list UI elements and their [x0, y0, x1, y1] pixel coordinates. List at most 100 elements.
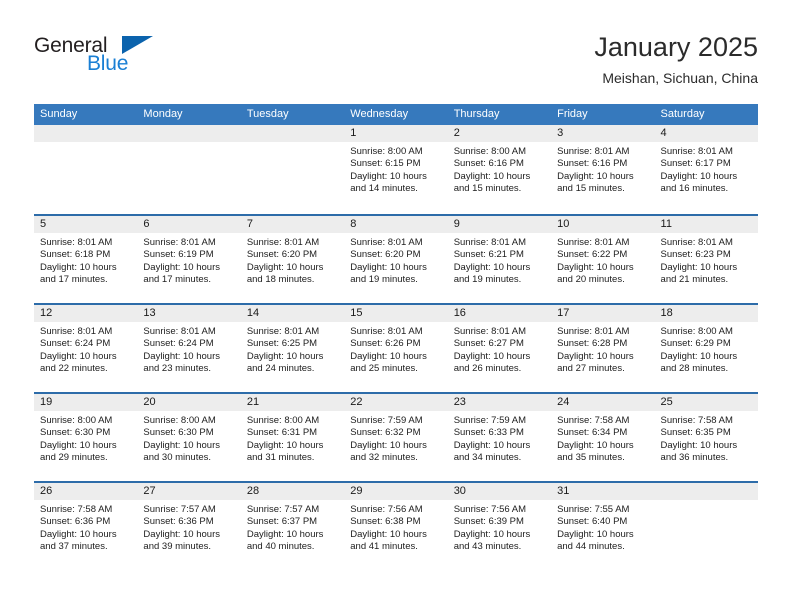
day-details: Sunrise: 7:58 AM Sunset: 6:34 PM Dayligh…: [551, 411, 654, 464]
sunset-text: Sunset: 6:24 PM: [40, 338, 111, 350]
day-number: 4: [654, 125, 758, 142]
calendar-day-cell[interactable]: 13 Sunrise: 8:01 AM Sunset: 6:24 PM Dayl…: [137, 305, 241, 392]
calendar-day-cell[interactable]: 24 Sunrise: 7:58 AM Sunset: 6:34 PM Dayl…: [551, 394, 655, 481]
weekday-header-tuesday: Tuesday: [246, 108, 289, 120]
sunset-text: Sunset: 6:39 PM: [453, 516, 524, 528]
calendar-day-cell[interactable]: 3 Sunrise: 8:01 AM Sunset: 6:16 PM Dayli…: [551, 125, 655, 214]
daylight-text-line2: and 40 minutes.: [246, 540, 315, 552]
sunset-text: Sunset: 6:19 PM: [143, 249, 214, 261]
weekday-header-friday: Friday: [557, 108, 588, 120]
daylight-text-line1: Daylight: 10 hours: [557, 528, 634, 540]
calendar-day-cell[interactable]: 12 Sunrise: 8:01 AM Sunset: 6:24 PM Dayl…: [34, 305, 138, 392]
calendar-day-cell: [654, 483, 758, 570]
brand-logo[interactable]: General Blue: [34, 34, 234, 82]
sunrise-text: Sunrise: 8:01 AM: [246, 237, 320, 248]
sunrise-text: Sunrise: 7:57 AM: [246, 504, 320, 515]
calendar-day-cell[interactable]: 10 Sunrise: 8:01 AM Sunset: 6:22 PM Dayl…: [551, 216, 655, 303]
sunset-text: Sunset: 6:31 PM: [246, 427, 318, 439]
calendar-day-cell[interactable]: 7 Sunrise: 8:01 AM Sunset: 6:20 PM Dayli…: [240, 216, 345, 303]
day-number: 7: [240, 216, 345, 233]
sunset-text: Sunset: 6:37 PM: [246, 516, 318, 528]
weekday-header-saturday: Saturday: [660, 108, 705, 120]
daylight-text-line2: and 16 minutes.: [660, 182, 729, 194]
daylight-text-line1: Daylight: 10 hours: [453, 170, 531, 182]
calendar-day-cell[interactable]: 26 Sunrise: 7:58 AM Sunset: 6:36 PM Dayl…: [34, 483, 138, 570]
day-details: Sunrise: 7:55 AM Sunset: 6:40 PM Dayligh…: [551, 500, 654, 553]
daylight-text-line2: and 19 minutes.: [453, 273, 522, 285]
daylight-text-line2: and 14 minutes.: [350, 182, 418, 194]
sunrise-text: Sunrise: 8:01 AM: [453, 326, 527, 337]
daylight-text-line1: Daylight: 10 hours: [453, 439, 531, 451]
calendar-day-cell[interactable]: 16 Sunrise: 8:01 AM Sunset: 6:27 PM Dayl…: [447, 305, 552, 392]
calendar-day-cell[interactable]: 15 Sunrise: 8:01 AM Sunset: 6:26 PM Dayl…: [344, 305, 448, 392]
calendar-week-row: 19 Sunrise: 8:00 AM Sunset: 6:30 PM Dayl…: [34, 392, 758, 481]
day-details: Sunrise: 8:01 AM Sunset: 6:19 PM Dayligh…: [137, 233, 240, 286]
calendar-day-cell[interactable]: 17 Sunrise: 8:01 AM Sunset: 6:28 PM Dayl…: [551, 305, 655, 392]
calendar-day-cell[interactable]: 4 Sunrise: 8:01 AM Sunset: 6:17 PM Dayli…: [654, 125, 758, 214]
sunrise-text: Sunrise: 8:01 AM: [143, 237, 216, 248]
daylight-text-line1: Daylight: 10 hours: [557, 439, 634, 451]
calendar-day-cell[interactable]: 30 Sunrise: 7:56 AM Sunset: 6:39 PM Dayl…: [447, 483, 552, 570]
calendar-day-cell[interactable]: 20 Sunrise: 8:00 AM Sunset: 6:30 PM Dayl…: [137, 394, 241, 481]
calendar-day-cell[interactable]: 6 Sunrise: 8:01 AM Sunset: 6:19 PM Dayli…: [137, 216, 241, 303]
daylight-text-line2: and 24 minutes.: [246, 362, 315, 374]
calendar-day-cell[interactable]: 9 Sunrise: 8:01 AM Sunset: 6:21 PM Dayli…: [447, 216, 552, 303]
daylight-text-line2: and 34 minutes.: [453, 451, 522, 463]
calendar-day-cell[interactable]: 21 Sunrise: 8:00 AM Sunset: 6:31 PM Dayl…: [240, 394, 345, 481]
daylight-text-line2: and 17 minutes.: [40, 273, 108, 285]
day-number: 28: [240, 483, 345, 500]
calendar-day-cell[interactable]: 25 Sunrise: 7:58 AM Sunset: 6:35 PM Dayl…: [654, 394, 758, 481]
calendar-day-cell[interactable]: 11 Sunrise: 8:01 AM Sunset: 6:23 PM Dayl…: [654, 216, 758, 303]
calendar-day-cell[interactable]: 18 Sunrise: 8:00 AM Sunset: 6:29 PM Dayl…: [654, 305, 758, 392]
calendar-day-cell[interactable]: 22 Sunrise: 7:59 AM Sunset: 6:32 PM Dayl…: [344, 394, 448, 481]
sunrise-text: Sunrise: 8:01 AM: [557, 237, 630, 248]
daylight-text-line1: Daylight: 10 hours: [40, 439, 117, 451]
sunrise-text: Sunrise: 7:55 AM: [557, 504, 630, 515]
calendar-day-cell[interactable]: 1 Sunrise: 8:00 AM Sunset: 6:15 PM Dayli…: [344, 125, 448, 214]
sunset-text: Sunset: 6:38 PM: [350, 516, 421, 528]
calendar-day-cell[interactable]: 2 Sunrise: 8:00 AM Sunset: 6:16 PM Dayli…: [447, 125, 552, 214]
day-details: [137, 142, 240, 146]
calendar-day-cell[interactable]: 19 Sunrise: 8:00 AM Sunset: 6:30 PM Dayl…: [34, 394, 138, 481]
weekday-header-sunday: Sunday: [40, 108, 78, 120]
day-number: 3: [551, 125, 655, 142]
calendar-day-cell[interactable]: 14 Sunrise: 8:01 AM Sunset: 6:25 PM Dayl…: [240, 305, 345, 392]
day-number: 16: [447, 305, 552, 322]
day-number: [240, 125, 345, 142]
day-number: [137, 125, 241, 142]
daylight-text-line1: Daylight: 10 hours: [246, 528, 324, 540]
day-details: Sunrise: 8:00 AM Sunset: 6:16 PM Dayligh…: [448, 142, 551, 195]
day-details: Sunrise: 8:00 AM Sunset: 6:15 PM Dayligh…: [344, 142, 447, 195]
calendar-day-cell[interactable]: 28 Sunrise: 7:57 AM Sunset: 6:37 PM Dayl…: [240, 483, 345, 570]
sunset-text: Sunset: 6:16 PM: [453, 158, 524, 170]
page-subtitle-location: Meishan, Sichuan, China: [602, 70, 758, 86]
calendar-day-cell[interactable]: 27 Sunrise: 7:57 AM Sunset: 6:36 PM Dayl…: [137, 483, 241, 570]
sunrise-text: Sunrise: 8:01 AM: [350, 237, 423, 248]
daylight-text-line2: and 43 minutes.: [453, 540, 522, 552]
calendar-day-cell: [137, 125, 241, 214]
calendar-day-cell[interactable]: 31 Sunrise: 7:55 AM Sunset: 6:40 PM Dayl…: [551, 483, 655, 570]
daylight-text-line1: Daylight: 10 hours: [40, 261, 117, 273]
daylight-text-line2: and 21 minutes.: [660, 273, 729, 285]
sunrise-text: Sunrise: 8:01 AM: [660, 146, 733, 157]
calendar-day-cell[interactable]: 8 Sunrise: 8:01 AM Sunset: 6:20 PM Dayli…: [344, 216, 448, 303]
sunset-text: Sunset: 6:15 PM: [350, 158, 421, 170]
sunrise-text: Sunrise: 8:01 AM: [557, 146, 630, 157]
sunset-text: Sunset: 6:24 PM: [143, 338, 214, 350]
day-number: 24: [551, 394, 655, 411]
daylight-text-line1: Daylight: 10 hours: [143, 528, 220, 540]
day-details: [34, 142, 137, 146]
calendar-day-cell: [240, 125, 345, 214]
day-number: 13: [137, 305, 241, 322]
brand-name-blue: Blue: [87, 52, 129, 75]
calendar-day-cell[interactable]: 29 Sunrise: 7:56 AM Sunset: 6:38 PM Dayl…: [344, 483, 448, 570]
sunset-text: Sunset: 6:33 PM: [453, 427, 524, 439]
daylight-text-line2: and 20 minutes.: [557, 273, 625, 285]
calendar-week-row: 1 Sunrise: 8:00 AM Sunset: 6:15 PM Dayli…: [34, 125, 758, 214]
day-details: Sunrise: 7:56 AM Sunset: 6:39 PM Dayligh…: [448, 500, 551, 553]
daylight-text-line1: Daylight: 10 hours: [246, 350, 324, 362]
calendar-day-cell[interactable]: 5 Sunrise: 8:01 AM Sunset: 6:18 PM Dayli…: [34, 216, 138, 303]
day-details: Sunrise: 8:00 AM Sunset: 6:30 PM Dayligh…: [34, 411, 137, 464]
day-details: Sunrise: 8:01 AM Sunset: 6:27 PM Dayligh…: [448, 322, 551, 375]
calendar-day-cell[interactable]: 23 Sunrise: 7:59 AM Sunset: 6:33 PM Dayl…: [447, 394, 552, 481]
